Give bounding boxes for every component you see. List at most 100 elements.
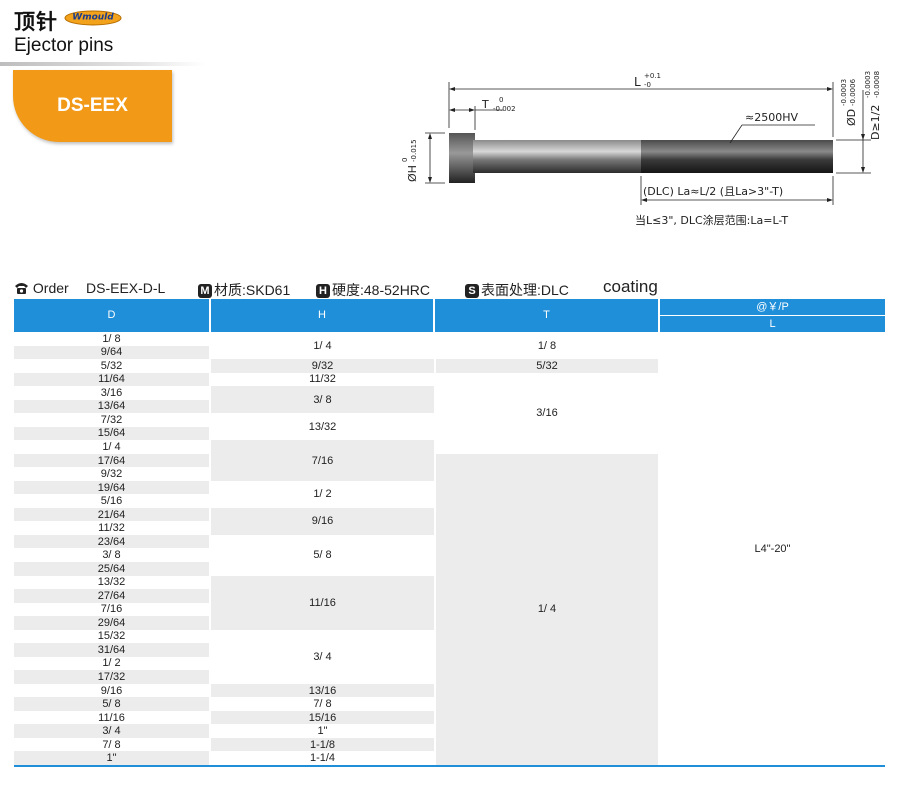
- ejector-pin-drawing: L +0.1 -0 T 0 -0.002 ØH 0 -0.015 ØD -0.0…: [401, 71, 882, 227]
- column-divider: [434, 332, 436, 767]
- order-code: DS-EEX-D-L: [86, 280, 166, 296]
- page-title-cn: 顶针: [14, 11, 58, 34]
- d-cell: 11/32: [14, 521, 209, 535]
- h-cell: 1/ 4: [211, 332, 434, 360]
- t-cell: 1/ 8: [436, 332, 658, 360]
- svg-text:-0.0003: -0.0003: [840, 79, 848, 106]
- hardness-text: 硬度:48-52HRC: [332, 282, 431, 298]
- pin-shank: [473, 140, 641, 173]
- table-bottom-line: [14, 765, 885, 767]
- svg-text:Wmould: Wmould: [72, 13, 114, 23]
- header-l: L: [660, 316, 885, 332]
- spec-table: D H T @￥/P L 1/ 8 9/64 5/32 11/64 3/16 13/64 7…: [14, 299, 885, 767]
- surface-text: 表面处理:DLC: [481, 282, 569, 298]
- d-cell: 7/16: [14, 602, 209, 617]
- svg-text:-0.0003: -0.0003: [864, 71, 872, 98]
- hardness-label: ≈2500HV: [745, 111, 798, 124]
- h-cell: 1-1/8: [211, 737, 434, 752]
- model-tag: DS-EEX: [13, 70, 172, 142]
- hardness-badge-icon: H: [316, 284, 330, 298]
- h-cell: 1": [211, 724, 434, 738]
- d-cell: 9/64: [14, 345, 209, 360]
- order-label: Order: [32, 280, 69, 296]
- order-info: Order DS-EEX-D-L M 材质:SKD61 H 硬度:48-52HRC …: [14, 277, 904, 300]
- coating-note: 当L≤3", DLC涂层范围:La=L-T: [635, 213, 788, 227]
- d-cell: 13/64: [14, 399, 209, 414]
- d-cell: 15/32: [14, 629, 209, 644]
- d-cell: 1/ 2: [14, 656, 209, 671]
- material-text: 材质:SKD61: [214, 282, 291, 298]
- svg-text:0: 0: [499, 96, 503, 104]
- d-cell: 25/64: [14, 562, 209, 576]
- page-title-en: Ejector pins: [14, 35, 114, 56]
- d-cell: 17/64: [14, 453, 209, 468]
- h-cell: 11/32: [211, 372, 434, 387]
- d-cell: 1/ 4: [14, 440, 209, 454]
- d-cell: 9/32: [14, 467, 209, 481]
- svg-text:0: 0: [401, 158, 409, 162]
- h-cell: 7/16: [211, 440, 434, 481]
- phone-icon: [15, 283, 28, 294]
- h-cell: 13/16: [211, 683, 434, 698]
- t-cell: 1/ 4: [436, 453, 658, 765]
- column-divider: [658, 332, 660, 767]
- h-cell: 5/ 8: [211, 534, 434, 576]
- d-cell: 23/64: [14, 534, 209, 549]
- svg-text:-0.015: -0.015: [410, 139, 418, 162]
- t-cell: 5/32: [436, 359, 658, 373]
- header-price: @￥/P: [660, 299, 885, 316]
- h-cell: 9/16: [211, 507, 434, 535]
- d-cell: 27/64: [14, 589, 209, 603]
- h-cell: 11/16: [211, 575, 434, 630]
- d-cell: 3/16: [14, 386, 209, 400]
- d-cell: 3/ 4: [14, 724, 209, 738]
- brand-logo: Wmould: [64, 10, 122, 26]
- h-cell: 3/ 8: [211, 386, 434, 414]
- h-cell: 1-1/4: [211, 751, 434, 765]
- header-h: H: [211, 299, 435, 332]
- d-cell: 7/32: [14, 413, 209, 427]
- d-cell: 5/16: [14, 494, 209, 508]
- d-cell: 9/16: [14, 683, 209, 698]
- d-cell: 3/ 8: [14, 548, 209, 562]
- h-cell: 13/32: [211, 413, 434, 441]
- svg-text:-0.0006: -0.0006: [849, 78, 857, 106]
- h-cell: 7/ 8: [211, 697, 434, 711]
- svg-text:-0.002: -0.002: [493, 105, 516, 113]
- svg-text:-0: -0: [644, 81, 651, 89]
- pin-dlc-zone: [641, 140, 833, 173]
- h-cell: 15/16: [211, 710, 434, 725]
- d-cell: 13/32: [14, 575, 209, 590]
- d-cell: 17/32: [14, 670, 209, 684]
- d-cell: 31/64: [14, 643, 209, 657]
- coating-zone-label: (DLC) La≈L/2 (且La>3"-T): [643, 185, 783, 198]
- t-cell: 3/16: [436, 372, 658, 454]
- svg-text:+0.1: +0.1: [644, 72, 661, 80]
- d-cell: 19/64: [14, 480, 209, 495]
- header-divider: [0, 62, 205, 66]
- pin-head: [449, 133, 475, 183]
- header-t: T: [435, 299, 660, 332]
- header-d: D: [14, 299, 211, 332]
- pin-dia-label: ØD: [845, 109, 858, 126]
- d-cell: 15/64: [14, 426, 209, 441]
- d-cell: 29/64: [14, 616, 209, 630]
- h-cell: 3/ 4: [211, 629, 434, 684]
- d-cell: 5/32: [14, 359, 209, 373]
- d-cell: 11/64: [14, 372, 209, 387]
- pin-dia-half-label: D≥1/2: [869, 105, 882, 140]
- l-cell: L4"-20": [660, 332, 885, 765]
- svg-text:-0.0008: -0.0008: [873, 71, 881, 98]
- head-thickness-label: T: [481, 98, 489, 111]
- d-cell: 5/ 8: [14, 697, 209, 711]
- coating-text: coating: [603, 277, 658, 296]
- head-dia-label: ØH: [406, 165, 419, 182]
- material-badge-icon: M: [198, 284, 212, 298]
- d-cell: 7/ 8: [14, 737, 209, 752]
- d-cell: 21/64: [14, 507, 209, 522]
- h-cell: 1/ 2: [211, 480, 434, 508]
- surface-badge-icon: S: [465, 284, 479, 298]
- column-divider: [209, 332, 211, 767]
- d-cell: 1/ 8: [14, 332, 209, 346]
- d-cell: 1": [14, 751, 209, 765]
